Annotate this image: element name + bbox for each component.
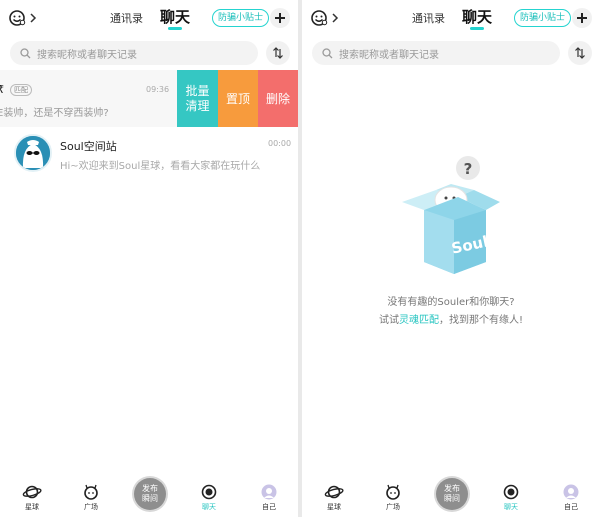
tab-active-indicator <box>470 27 484 30</box>
chat-bubble-icon <box>503 484 519 500</box>
tab-chat[interactable]: 聊天 <box>462 6 492 27</box>
empty-hint-prefix: 试试 <box>378 315 399 326</box>
batch-clear-button[interactable]: 批量清理 <box>177 70 218 127</box>
add-button[interactable] <box>572 8 592 28</box>
top-bar: 通讯录 聊天 防骗小贴士 <box>0 0 298 36</box>
soul-match-link[interactable]: 灵魂匹配 <box>399 315 439 326</box>
nav-stars-label: 星球 <box>327 503 341 511</box>
delete-label: 删除 <box>265 92 290 106</box>
conversation-row-swiped[interactable]: ₹ 匹配 E装帅，还是不穿西装帅? 09:36 批量清理 置顶 删除 <box>0 70 298 127</box>
smile-icon <box>9 10 26 26</box>
publish-moment-button[interactable]: 发布瞬间 <box>436 478 468 510</box>
ghost-mascot-icon <box>16 136 50 170</box>
empty-state-title: 没有有趣的Souler和你聊天? <box>387 297 515 308</box>
tab-contacts[interactable]: 通讯录 <box>110 10 143 26</box>
delete-button[interactable]: 删除 <box>258 70 298 127</box>
nav-me[interactable]: 自己 <box>551 484 591 516</box>
mood-status-button[interactable] <box>8 8 42 28</box>
conversation-time: 09:36 <box>146 85 170 94</box>
search-bar[interactable]: 搜索昵称或者聊天记录 <box>10 41 258 65</box>
pin-label: 置顶 <box>225 92 250 106</box>
tab-contacts[interactable]: 通讯录 <box>412 10 445 26</box>
nav-stars[interactable]: 星球 <box>12 484 52 516</box>
nav-me[interactable]: 自己 <box>249 484 289 516</box>
conversation-row[interactable]: Soul空间站 Hi~欢迎来到Soul星球，看看大家都在玩什么 00:00 <box>0 127 298 184</box>
chat-screen-empty: 通讯录 聊天 防骗小贴士 搜索昵称或者聊天记录 ? Soul 没有有趣的Soul… <box>302 0 600 517</box>
sort-button[interactable] <box>266 41 290 65</box>
publish-moment-button[interactable]: 发布瞬间 <box>134 478 166 510</box>
user-avatar-icon <box>563 484 579 500</box>
sort-arrows-icon <box>273 47 283 59</box>
search-placeholder: 搜索昵称或者聊天记录 <box>339 49 439 61</box>
match-badge: 匹配 <box>10 84 32 96</box>
chevron-right-icon <box>332 13 339 23</box>
nav-me-label: 自己 <box>262 503 276 511</box>
planet-icon <box>22 485 42 499</box>
empty-hint-suffix: ，找到那个有缘人! <box>438 315 523 326</box>
empty-state-hint: 试试灵魂匹配，找到那个有缘人! <box>302 311 600 326</box>
anti-scam-tips-button[interactable]: 防骗小贴士 <box>514 9 572 27</box>
conversation-last-message: Hi~欢迎来到Soul星球，看看大家都在玩什么 <box>60 161 261 172</box>
nav-stars-label: 星球 <box>25 503 39 511</box>
soul-station-avatar <box>14 134 52 172</box>
add-button[interactable] <box>270 8 290 28</box>
nav-chat-label: 聊天 <box>202 503 216 511</box>
chat-bubble-icon <box>201 484 217 500</box>
planet-icon <box>324 485 344 499</box>
chevron-right-icon <box>30 13 37 23</box>
conversation-name: ₹ <box>0 83 4 96</box>
empty-box-illustration: ? Soul <box>402 156 500 274</box>
nav-square-label: 广场 <box>386 503 400 511</box>
batch-clear-label: 批量清理 <box>185 83 210 113</box>
publish-label: 发布瞬间 <box>444 484 460 503</box>
sort-button[interactable] <box>568 41 592 65</box>
mood-status-button[interactable] <box>310 8 344 28</box>
conversation-name: Soul空间站 <box>60 140 117 153</box>
search-icon <box>20 47 31 58</box>
face-icon <box>84 484 98 500</box>
tab-chat[interactable]: 聊天 <box>160 6 190 27</box>
face-icon <box>386 484 400 500</box>
nav-chat[interactable]: 聊天 <box>189 484 229 516</box>
question-mark: ? <box>464 160 473 178</box>
search-placeholder: 搜索昵称或者聊天记录 <box>37 49 137 61</box>
nav-square-label: 广场 <box>84 503 98 511</box>
chat-screen-swiped: 通讯录 聊天 防骗小贴士 搜索昵称或者聊天记录 ₹ 匹配 E装帅，还是不穿西装帅… <box>0 0 298 517</box>
nav-me-label: 自己 <box>564 503 578 511</box>
nav-stars[interactable]: 星球 <box>314 484 354 516</box>
top-bar: 通讯录 聊天 防骗小贴士 <box>302 0 600 36</box>
search-icon <box>322 47 333 58</box>
user-avatar-icon <box>261 484 277 500</box>
nav-square[interactable]: 广场 <box>71 484 111 516</box>
conversation-time: 00:00 <box>268 139 292 148</box>
conversation-last-message: E装帅，还是不穿西装帅? <box>0 108 109 119</box>
sort-arrows-icon <box>575 47 585 59</box>
tab-active-indicator <box>168 27 182 30</box>
nav-square[interactable]: 广场 <box>373 484 413 516</box>
nav-chat-label: 聊天 <box>504 503 518 511</box>
search-bar[interactable]: 搜索昵称或者聊天记录 <box>312 41 560 65</box>
anti-scam-tips-button[interactable]: 防骗小贴士 <box>212 9 270 27</box>
smile-icon <box>311 10 328 26</box>
nav-chat[interactable]: 聊天 <box>491 484 531 516</box>
pin-button[interactable]: 置顶 <box>218 70 258 127</box>
publish-label: 发布瞬间 <box>142 484 158 503</box>
